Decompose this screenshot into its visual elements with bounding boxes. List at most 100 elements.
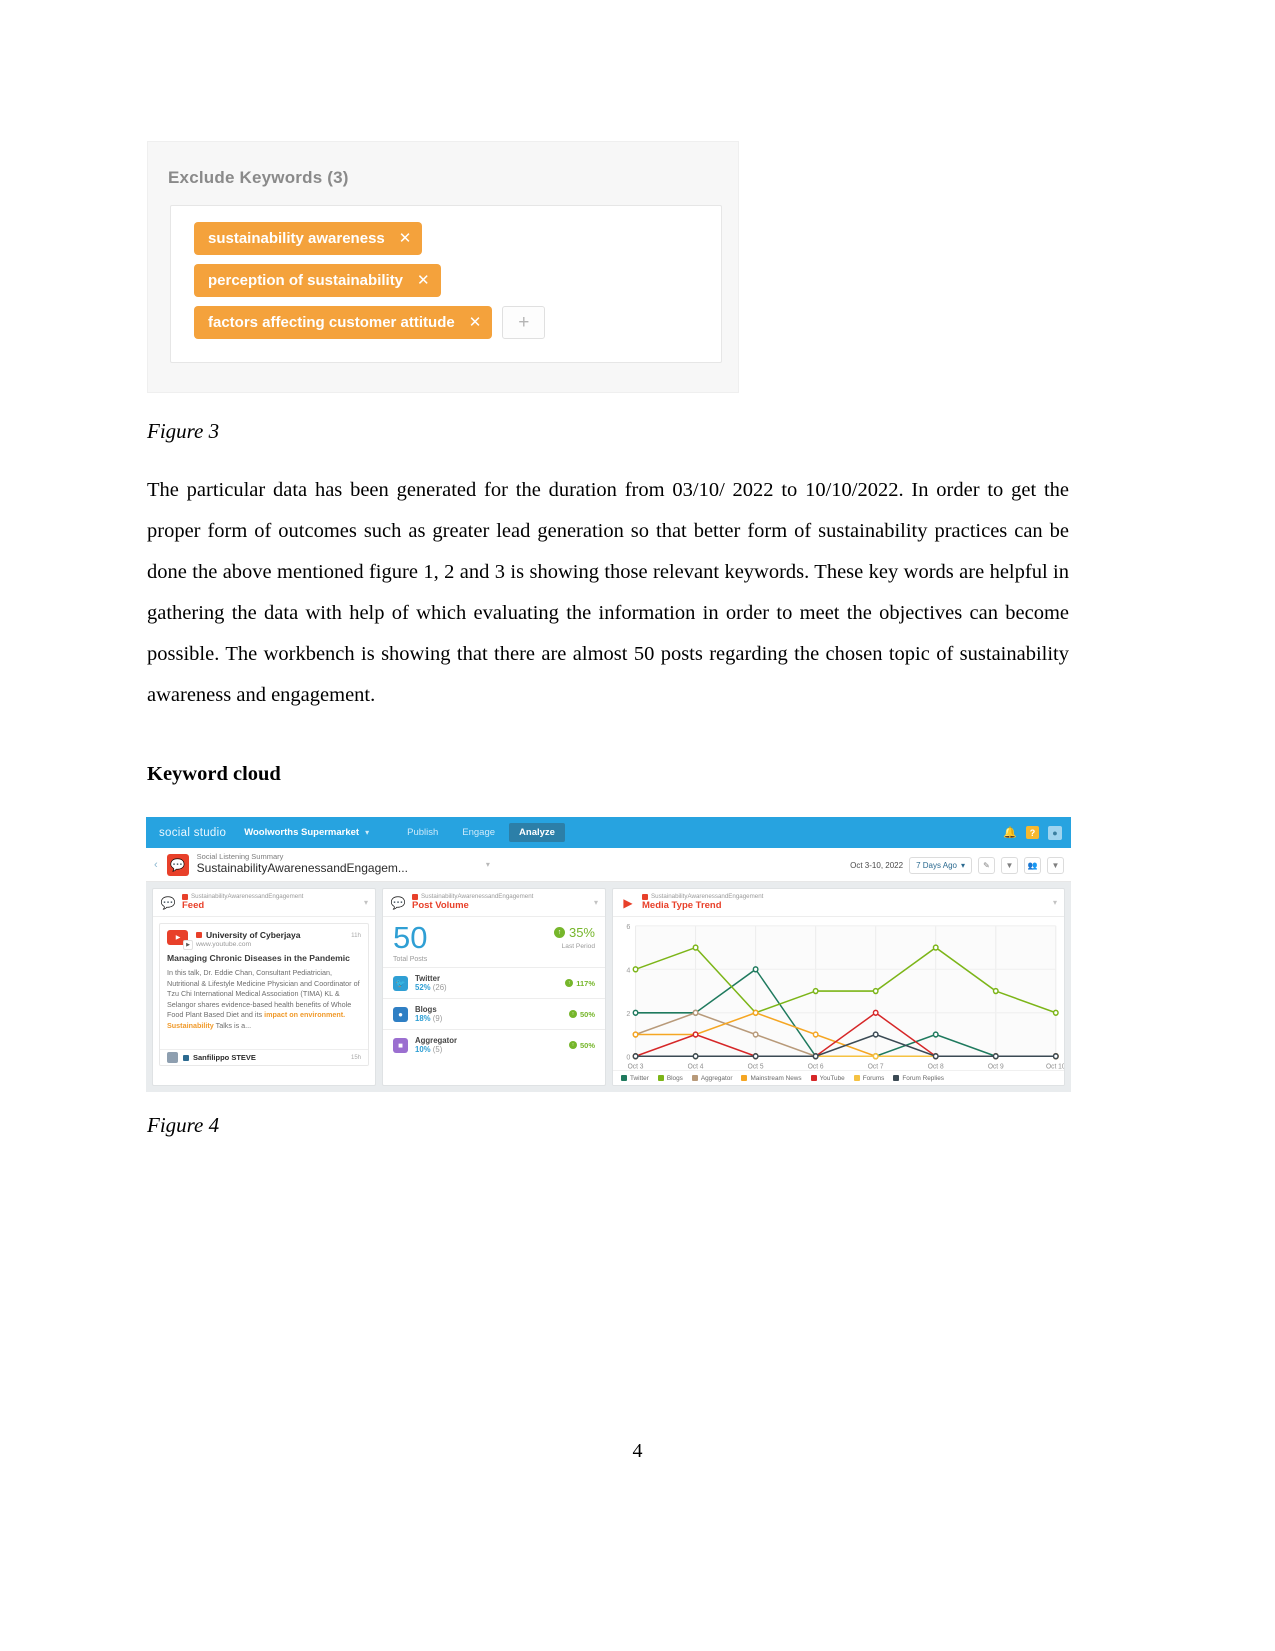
legend-swatch-icon	[621, 1075, 627, 1081]
legend-item[interactable]: Forum Replies	[893, 1075, 944, 1082]
post-volume-row[interactable]: ● Blogs 18% (9) ↑ 50%	[383, 998, 605, 1029]
feed-post-body-tail: Talks is a...	[213, 1020, 252, 1030]
keyword-chip-list: sustainability awareness ✕ perception of…	[194, 222, 546, 348]
chevron-down-icon[interactable]: ▾	[365, 828, 369, 837]
post-volume-row[interactable]: 🐦 Twitter 52% (26) ↑ 117%	[383, 967, 605, 998]
legend-swatch-icon	[853, 1075, 860, 1081]
legend-item[interactable]: Twitter	[621, 1075, 649, 1082]
nav-right-actions: 🔔 ? ●	[1003, 817, 1062, 848]
period-selector[interactable]: 7 Days Ago ▾	[909, 856, 972, 874]
keyword-chip[interactable]: perception of sustainability ✕	[194, 264, 441, 297]
body-paragraph: The particular data has been generated f…	[147, 479, 1069, 706]
feed-post-card[interactable]: ▶ University of Cyberjaya 11h www.youtub…	[159, 923, 369, 1066]
post-volume-icon: 💬	[390, 895, 406, 910]
legend-item[interactable]: Mainstream News	[741, 1074, 802, 1082]
dashboard-panels: 💬 SustainabilityAwarenessandEngagement F…	[146, 882, 1071, 1092]
channel-name: Blogs	[415, 1005, 437, 1014]
keyword-chip-label: factors affecting customer attitude	[208, 314, 455, 331]
arrow-up-icon: ↑	[565, 979, 574, 988]
legend-label: Forums	[862, 1074, 885, 1082]
filter-icon[interactable]: ▼	[1001, 856, 1018, 874]
channel-count: (5)	[432, 1045, 443, 1055]
svg-text:4: 4	[626, 965, 630, 974]
channel-delta: 117%	[576, 978, 595, 988]
feed-next-post[interactable]: Sanfilippo STEVE 15h	[160, 1049, 368, 1065]
keyword-chip[interactable]: factors affecting customer attitude ✕	[194, 306, 493, 339]
post-volume-row[interactable]: ■ Aggregator 10% (5) ↑ 50%	[383, 1029, 605, 1060]
legend-swatch-icon	[691, 1075, 698, 1081]
twitter-icon: 🐦	[393, 975, 408, 991]
feed-next-time: 15h	[350, 1054, 361, 1061]
aggregator-icon: ■	[393, 1037, 408, 1053]
highlighted-keyword: impact on environment.	[264, 1010, 346, 1020]
legend-item[interactable]: Aggregator	[691, 1074, 733, 1082]
tab-publish[interactable]: Publish	[397, 823, 448, 842]
channel-name: Twitter	[415, 974, 440, 983]
panel-media-type-trend-title: Media Type Trend	[642, 899, 722, 911]
keyword-chip[interactable]: sustainability awareness ✕	[194, 222, 423, 255]
delta-label: Last Period	[561, 943, 595, 950]
chevron-down-icon[interactable]: ▾	[364, 898, 368, 907]
bell-icon[interactable]: 🔔	[1003, 826, 1017, 839]
section-heading-keyword-cloud: Keyword cloud	[147, 763, 281, 785]
chevron-down-icon[interactable]: ▾	[1053, 898, 1057, 907]
panel-post-volume-title: Post Volume	[412, 899, 469, 911]
feed-post-time: 11h	[351, 931, 361, 939]
period-selector-label: 7 Days Ago	[916, 860, 957, 870]
org-selector-label[interactable]: Woolworths Supermarket	[244, 827, 359, 838]
avatar[interactable]: ●	[1048, 825, 1062, 840]
exclude-keywords-widget: Exclude Keywords (3) sustainability awar…	[147, 141, 739, 393]
post-volume-summary: 50 Total Posts ↑ 35% Last Period	[383, 917, 605, 967]
topic-swatch-icon	[196, 932, 202, 938]
tab-analyze[interactable]: Analyze	[509, 823, 565, 842]
panel-feed-title: Feed	[182, 899, 205, 911]
legend-label: Twitter	[630, 1074, 649, 1082]
legend-label: Mainstream News	[750, 1074, 802, 1082]
chevron-down-icon[interactable]: ▾	[594, 898, 598, 907]
feed-post-source-url: www.youtube.com	[196, 941, 252, 948]
close-icon[interactable]: ✕	[469, 315, 482, 330]
channel-delta: 50%	[579, 1009, 595, 1019]
more-icon[interactable]: ▼	[1047, 856, 1064, 874]
feed-post-header: ▶ University of Cyberjaya 11h www.youtub…	[167, 930, 361, 950]
keyword-chip-container: sustainability awareness ✕ perception of…	[170, 205, 722, 363]
avatar	[167, 1052, 178, 1063]
topic-swatch-icon	[183, 1054, 189, 1061]
highlighted-keyword: Sustainability	[167, 1020, 214, 1030]
total-posts-label: Total Posts	[393, 956, 428, 964]
keyword-chip-label: sustainability awareness	[208, 230, 385, 247]
arrow-up-icon: ↑	[568, 1010, 577, 1019]
panel-media-type-trend: ▶ SustainabilityAwarenessandEngagement M…	[612, 888, 1065, 1086]
workbench-subheader: ‹ 💬 Social Listening Summary Sustainabil…	[146, 848, 1071, 882]
legend-item[interactable]: Blogs	[657, 1074, 683, 1082]
subheader-actions: Oct 3-10, 2022 7 Days Ago ▾ ✎ ▼ 👥 ▼	[850, 848, 1064, 882]
channel-count: (9)	[432, 1014, 443, 1024]
help-icon[interactable]: ?	[1026, 826, 1039, 839]
social-studio-dashboard: social studio Woolworths Supermarket ▾ P…	[146, 817, 1071, 1092]
legend-item[interactable]: YouTube	[810, 1075, 845, 1082]
back-icon[interactable]: ‹	[154, 859, 158, 871]
chevron-down-icon[interactable]: ▾	[486, 860, 490, 869]
edit-icon[interactable]: ✎	[978, 856, 995, 874]
close-icon[interactable]: ✕	[399, 231, 412, 246]
panel-feed: 💬 SustainabilityAwarenessandEngagement F…	[152, 888, 376, 1086]
users-icon[interactable]: 👥	[1024, 856, 1041, 874]
tab-engage[interactable]: Engage	[452, 823, 505, 842]
feed-post-title: Managing Chronic Diseases in the Pandemi…	[167, 953, 350, 963]
legend-label: Blogs	[666, 1074, 683, 1082]
legend-item[interactable]: Forums	[853, 1074, 885, 1082]
chart-legend: Twitter Blogs Aggregator Mainstream News You…	[613, 1070, 1064, 1085]
document-page: Exclude Keywords (3) sustainability awar…	[0, 0, 1275, 1651]
legend-swatch-icon	[741, 1075, 748, 1081]
channel-pct: 10%	[415, 1045, 431, 1055]
add-keyword-button[interactable]: +	[502, 306, 546, 339]
page-title: SustainabilityAwarenessandEngagem...	[196, 860, 408, 875]
top-navigation-bar: social studio Woolworths Supermarket ▾ P…	[146, 817, 1071, 848]
source-badge-icon: ▶	[183, 940, 193, 950]
channel-pct: 18%	[415, 1014, 431, 1024]
close-icon[interactable]: ✕	[417, 273, 430, 288]
app-logo[interactable]: social studio	[159, 827, 226, 839]
arrow-up-icon: ↑	[568, 1041, 577, 1050]
legend-label: Aggregator	[700, 1074, 733, 1082]
keyword-chip-label: perception of sustainability	[208, 272, 404, 289]
